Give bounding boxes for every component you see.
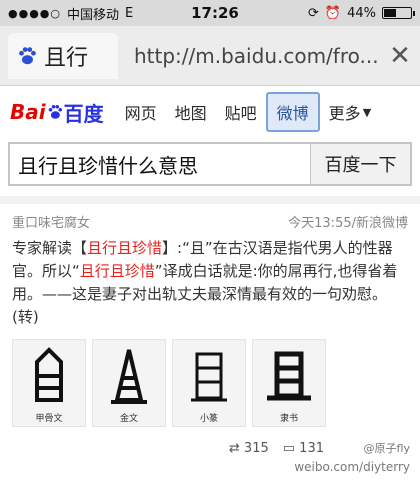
search-box: 百度一下 bbox=[8, 142, 412, 186]
seal-glyph-icon bbox=[191, 352, 227, 402]
search-button[interactable]: 百度一下 bbox=[310, 144, 410, 184]
result-images: 甲骨文 金文 小篆 隶书 bbox=[0, 331, 420, 429]
comment-count-value: 131 bbox=[299, 441, 324, 456]
baidu-nav: Bai 百度 网页 地图 贴吧 微博 更多 ▼ bbox=[0, 86, 420, 138]
result-stats: ⇄ 315 ▭ 131 bbox=[229, 441, 324, 456]
image-clerical[interactable]: 隶书 bbox=[252, 339, 326, 427]
tab-title: 且行 bbox=[44, 45, 89, 71]
alarm-icon: ⏰ bbox=[324, 5, 342, 21]
keyword-highlight[interactable]: 且行且珍惜 bbox=[87, 239, 162, 257]
network-type: E bbox=[125, 5, 134, 21]
tab-web[interactable]: 网页 bbox=[116, 94, 166, 130]
logo-text-bai: Bai bbox=[10, 100, 46, 124]
image-oracle[interactable]: 甲骨文 bbox=[12, 339, 86, 427]
baidu-paw-icon bbox=[19, 46, 36, 64]
battery-percent: 44% bbox=[347, 5, 376, 21]
battery-fill bbox=[384, 9, 397, 17]
tab-map[interactable]: 地图 bbox=[166, 94, 216, 130]
tab-more[interactable]: 更多 ▼ bbox=[320, 94, 380, 130]
repost-count-value: 315 bbox=[243, 441, 269, 456]
image-caption: 金文 bbox=[119, 414, 138, 424]
rotation-lock-icon: ⟳ bbox=[308, 5, 319, 21]
keyword-highlight[interactable]: 且行且珍惜 bbox=[80, 262, 155, 280]
result-time-source: 今天13:55/新浪微博 bbox=[288, 216, 408, 231]
browser-tab[interactable]: 且行 bbox=[8, 32, 118, 79]
url-bar[interactable]: http://m.baidu.com/fro... bbox=[118, 44, 380, 68]
comment-count[interactable]: ▭ 131 bbox=[283, 441, 324, 456]
image-caption: 隶书 bbox=[279, 414, 298, 424]
oracle-glyph-icon bbox=[35, 347, 63, 402]
divider bbox=[0, 196, 420, 204]
nav-tabs: 网页 地图 贴吧 微博 更多 ▼ bbox=[116, 92, 381, 132]
clerical-glyph-icon bbox=[267, 351, 311, 401]
bronze-glyph-icon bbox=[111, 349, 147, 404]
tab-tieba[interactable]: 贴吧 bbox=[216, 94, 266, 130]
clock: 17:26 bbox=[191, 4, 239, 22]
image-caption: 小篆 bbox=[199, 414, 218, 424]
search-input[interactable] bbox=[10, 144, 310, 184]
image-caption: 甲骨文 bbox=[35, 414, 63, 424]
tab-weibo[interactable]: 微博 bbox=[265, 92, 320, 132]
logo-text-du: 百度 bbox=[63, 101, 104, 126]
chevron-down-icon: ▼ bbox=[362, 105, 372, 119]
status-bar: ●●●●○ 中国移动 E 17:26 ⟳ ⏰ 44% bbox=[0, 0, 420, 26]
result-text: 专家解读【且行且珍惜】:“且”在古汉语是指代男人的性器官。所以“且行且珍惜”译成… bbox=[0, 235, 420, 331]
baidu-logo[interactable]: Bai 百度 bbox=[10, 98, 104, 127]
carrier-name: 中国移动 bbox=[67, 7, 120, 23]
watermark-site: weibo.com/diyterry bbox=[294, 460, 410, 474]
status-right: ⟳ ⏰ 44% bbox=[262, 5, 415, 21]
browser-toolbar: 且行 http://m.baidu.com/fro... ✕ bbox=[0, 26, 420, 86]
result-meta: 重口味宅腐女 今天13:55/新浪微博 bbox=[0, 204, 420, 235]
image-bronze[interactable]: 金文 bbox=[92, 339, 166, 427]
watermark-user: @原子fly bbox=[363, 442, 410, 455]
close-icon[interactable]: ✕ bbox=[380, 41, 420, 71]
battery-icon bbox=[382, 7, 415, 19]
image-seal[interactable]: 小篆 bbox=[172, 339, 246, 427]
repost-count[interactable]: ⇄ 315 bbox=[229, 441, 269, 456]
signal-icon: ●●●●○ bbox=[8, 6, 61, 20]
text-prefix: 专家解读【 bbox=[12, 239, 88, 257]
carrier-info: ●●●●○ 中国移动 E bbox=[8, 4, 168, 23]
tab-more-label: 更多 bbox=[328, 104, 361, 123]
logo-paw-icon bbox=[48, 104, 62, 119]
result-author[interactable]: 重口味宅腐女 bbox=[12, 212, 90, 231]
